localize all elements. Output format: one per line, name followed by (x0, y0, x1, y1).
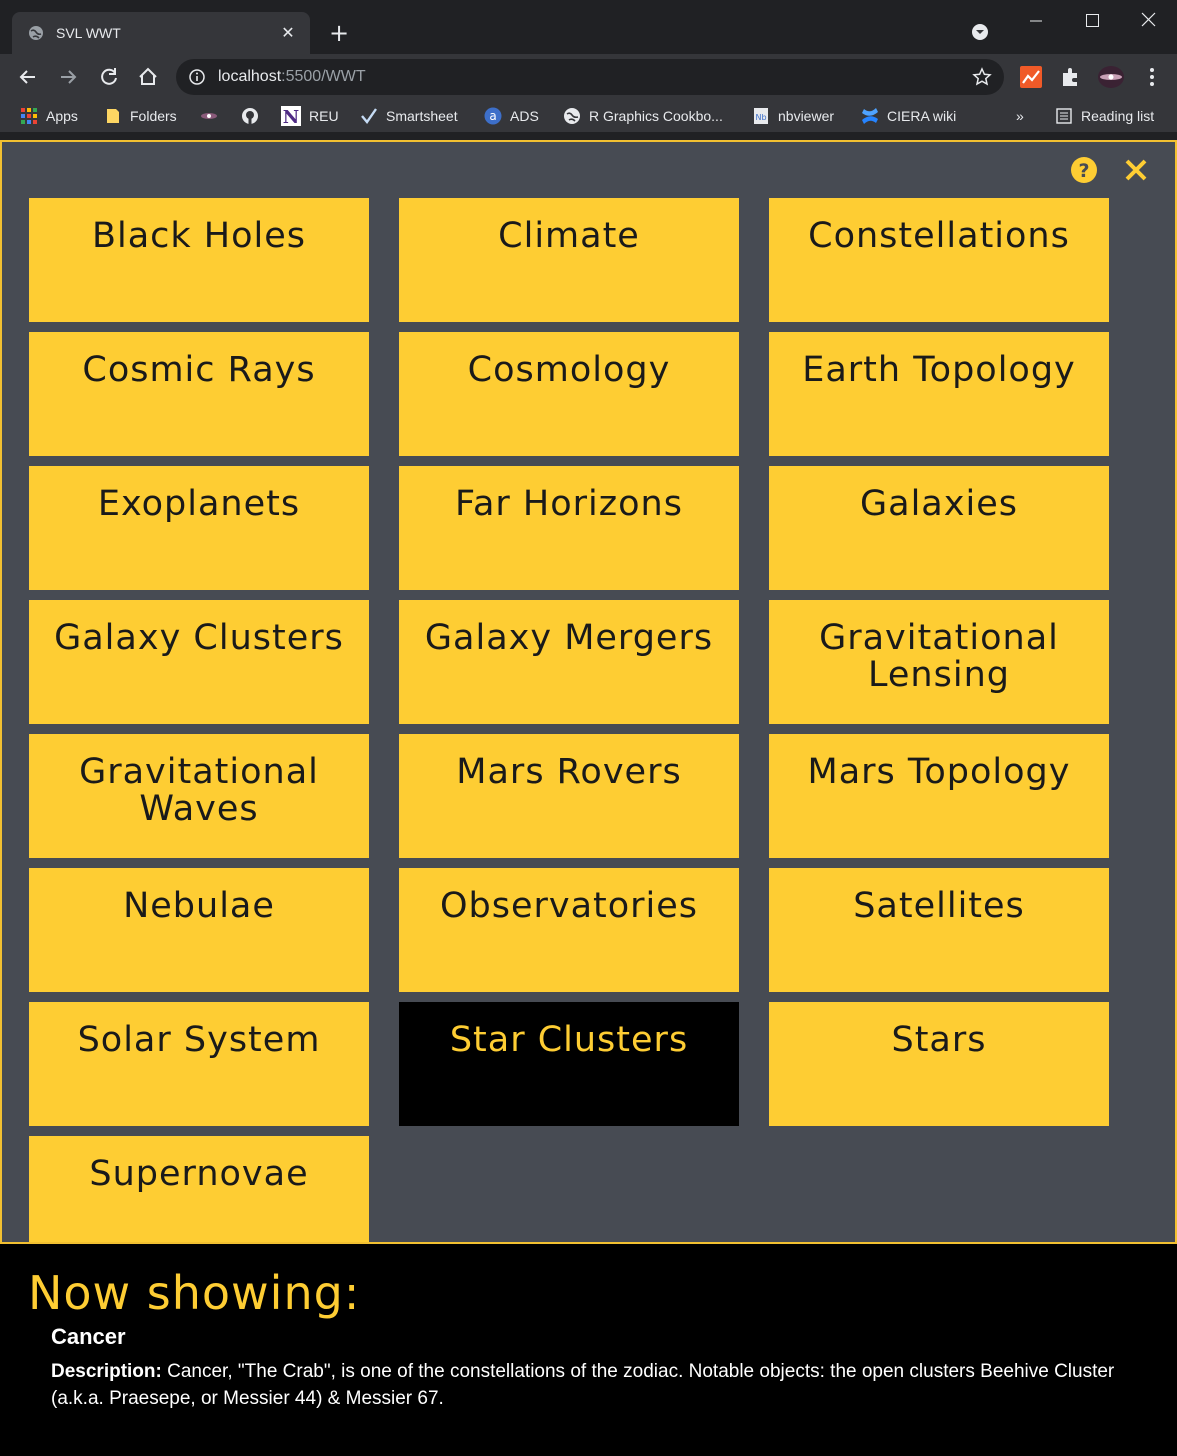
object-name: Cancer (51, 1324, 126, 1349)
bookmark-nbviewer[interactable]: Nb nbviewer (752, 106, 834, 126)
category-tile-galaxy-mergers[interactable]: Galaxy Mergers (399, 600, 739, 724)
extensions-puzzle-icon[interactable] (1059, 65, 1083, 89)
bookmark-ads-label: ADS (510, 108, 539, 124)
home-icon[interactable] (134, 63, 162, 91)
category-tile-cosmic-rays[interactable]: Cosmic Rays (29, 332, 369, 456)
bookmark-r-graphics-label: R Graphics Cookbo... (589, 108, 723, 124)
northwestern-n-icon: N (281, 106, 301, 126)
category-tile-supernovae[interactable]: Supernovae (29, 1136, 369, 1242)
category-tile-galaxies[interactable]: Galaxies (769, 466, 1109, 590)
bookmark-folders-label: Folders (130, 108, 177, 124)
bookmark-nbviewer-label: nbviewer (778, 108, 835, 124)
object-description: Description: Cancer, "The Crab", is one … (51, 1358, 1121, 1412)
page-content: ? Black Holes Climate Constellations Cosmic… (0, 140, 1177, 1456)
profile-avatar-icon[interactable] (1097, 65, 1125, 89)
galaxy-icon (201, 113, 217, 119)
category-tile-galaxy-clusters[interactable]: Galaxy Clusters (29, 600, 369, 724)
now-showing-panel: Now showing: Cancer Description: Cancer,… (0, 1244, 1177, 1456)
window-close-icon[interactable] (1125, 6, 1171, 36)
bookmark-r-graphics[interactable]: R Graphics Cookbo... (563, 106, 723, 126)
bookmark-apps[interactable]: Apps (20, 106, 78, 126)
category-tile-nebulae[interactable]: Nebulae (29, 868, 369, 992)
reload-icon[interactable] (95, 63, 123, 91)
forward-icon[interactable] (54, 63, 82, 91)
folder-icon (107, 109, 119, 123)
tab-title: SVL WWT (56, 25, 121, 41)
ads-icon: a (484, 107, 502, 125)
category-tile-far-horizons[interactable]: Far Horizons (399, 466, 739, 590)
back-icon[interactable] (14, 63, 42, 91)
close-icon[interactable] (1122, 156, 1150, 184)
category-tile-stars[interactable]: Stars (769, 1002, 1109, 1126)
category-tile-star-clusters[interactable]: Star Clusters (399, 1002, 739, 1126)
bookmark-galaxy[interactable] (200, 106, 226, 126)
maximize-icon[interactable] (1069, 6, 1115, 36)
category-tile-gravitational-waves[interactable]: Gravitational Waves (29, 734, 369, 858)
svg-text:N: N (283, 107, 299, 126)
new-tab-icon[interactable]: + (326, 20, 352, 46)
bookmarks-bar: Apps Folders N REU Smartsheet a ADS R Gr… (0, 100, 1177, 132)
bookmark-reu-label: REU (309, 108, 339, 124)
nbviewer-icon: Nb (754, 108, 768, 124)
tab-close-icon[interactable]: ✕ (278, 23, 298, 43)
category-tile-cosmology[interactable]: Cosmology (399, 332, 739, 456)
category-tile-observatories[interactable]: Observatories (399, 868, 739, 992)
confluence-icon (862, 108, 878, 124)
menu-kebab-icon[interactable] (1140, 65, 1164, 89)
bookmark-github[interactable] (241, 106, 267, 126)
category-tile-mars-rovers[interactable]: Mars Rovers (399, 734, 739, 858)
category-tile-earth-topology[interactable]: Earth Topology (769, 332, 1109, 456)
category-tile-satellites[interactable]: Satellites (769, 868, 1109, 992)
browser-toolbar: localhost:5500/WWT (0, 54, 1177, 100)
bookmark-apps-label: Apps (46, 108, 78, 124)
url-text: localhost:5500/WWT (218, 68, 366, 85)
description-label: Description: (51, 1361, 162, 1382)
category-tile-mars-topology[interactable]: Mars Topology (769, 734, 1109, 858)
category-tile-climate[interactable]: Climate (399, 198, 739, 322)
bookmark-ads[interactable]: a ADS (484, 106, 539, 126)
tab-strip: SVL WWT ✕ + (0, 0, 1177, 54)
analytics-extension-icon[interactable] (1019, 65, 1043, 89)
minimize-icon[interactable] (1013, 6, 1059, 36)
svg-text:Nb: Nb (755, 113, 766, 122)
tab-search-icon[interactable] (970, 22, 990, 42)
bookmark-smartsheet[interactable]: Smartsheet (360, 106, 458, 126)
globe-icon (29, 26, 43, 40)
bookmark-ciera[interactable]: CIERA wiki (861, 106, 956, 126)
category-tile-constellations[interactable]: Constellations (769, 198, 1109, 322)
svg-text:?: ? (1078, 160, 1089, 182)
category-tile-solar-system[interactable]: Solar System (29, 1002, 369, 1126)
apps-grid-icon (21, 108, 37, 124)
now-showing-heading: Now showing: (28, 1266, 361, 1320)
bookmark-folders[interactable]: Folders (104, 106, 177, 126)
bookmark-star-icon[interactable] (972, 67, 992, 87)
reading-list-icon (1056, 108, 1072, 124)
reading-list-label: Reading list (1081, 108, 1155, 124)
reading-list[interactable]: Reading list (1055, 106, 1154, 126)
smartsheet-check-icon (361, 108, 377, 124)
bookmark-reu[interactable]: N REU (281, 106, 339, 126)
description-text: Cancer, "The Crab", is one of the conste… (51, 1361, 1115, 1409)
help-icon[interactable]: ? (1070, 156, 1098, 184)
category-tile-gravitational-lensing[interactable]: Gravitational Lensing (769, 600, 1109, 724)
bookmark-ciera-label: CIERA wiki (887, 108, 957, 124)
category-panel: ? Black Holes Climate Constellations Cosmic… (0, 140, 1177, 1244)
browser-tab[interactable]: SVL WWT ✕ (12, 12, 310, 54)
bookmark-smartsheet-label: Smartsheet (386, 108, 458, 124)
category-tile-exoplanets[interactable]: Exoplanets (29, 466, 369, 590)
bookmarks-overflow[interactable]: » (1016, 106, 1024, 126)
github-icon (242, 108, 258, 124)
bookmarks-overflow-label: » (1016, 108, 1024, 124)
svg-text:a: a (489, 109, 496, 123)
site-info-icon[interactable] (189, 69, 205, 85)
category-tile-black-holes[interactable]: Black Holes (29, 198, 369, 322)
address-bar[interactable]: localhost:5500/WWT (176, 59, 1004, 95)
globe-icon (564, 108, 580, 124)
